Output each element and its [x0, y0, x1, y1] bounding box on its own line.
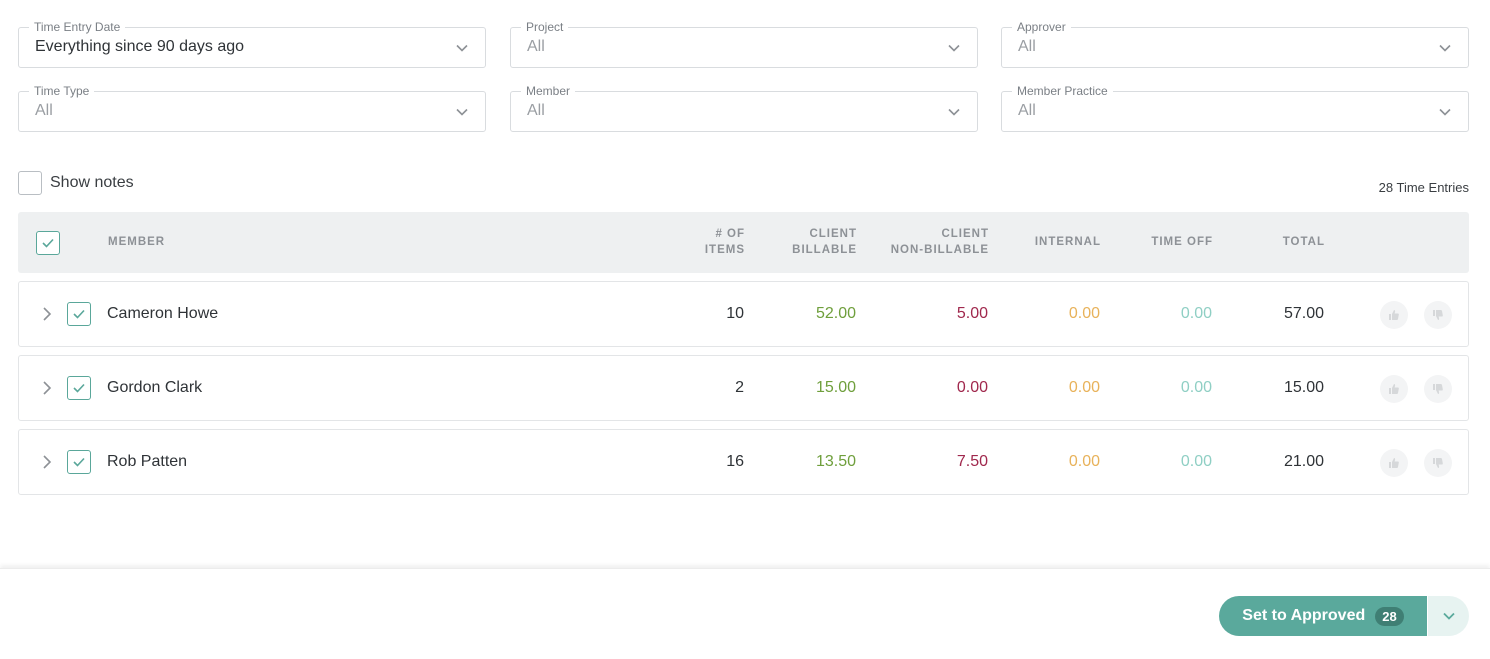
- reject-button[interactable]: [1424, 301, 1452, 329]
- time-entries-count: 28 Time Entries: [1378, 180, 1469, 195]
- column-header-time-off[interactable]: TIME OFF: [1151, 234, 1213, 250]
- check-icon: [73, 383, 85, 393]
- thumbs-up-icon: [1389, 384, 1399, 394]
- show-notes-checkbox[interactable]: [18, 171, 42, 195]
- reject-button[interactable]: [1424, 449, 1452, 477]
- column-header-line: NON-BILLABLE: [890, 244, 989, 256]
- column-header-line: CLIENT: [941, 228, 989, 240]
- table-header: MEMBER # OF ITEMS CLIENT BILLABLE CLIENT…: [18, 212, 1469, 273]
- approve-button[interactable]: [1380, 375, 1408, 403]
- show-notes-label: Show notes: [50, 174, 134, 191]
- member-name: Cameron Howe: [107, 305, 219, 322]
- filter-value: All: [1018, 102, 1036, 119]
- column-header-client-billable[interactable]: CLIENT BILLABLE: [792, 226, 857, 258]
- chevron-down-icon: [456, 44, 468, 52]
- row-checkbox[interactable]: [67, 376, 91, 400]
- time-off-value: 0.00: [1180, 305, 1212, 322]
- row-checkbox[interactable]: [67, 450, 91, 474]
- column-header-line: # OF: [715, 228, 745, 240]
- approve-button[interactable]: [1380, 301, 1408, 329]
- internal-value: 0.00: [1068, 453, 1100, 470]
- column-header-client-non-billable[interactable]: CLIENT NON-BILLABLE: [891, 226, 989, 258]
- set-to-approved-button[interactable]: Set to Approved 28: [1219, 596, 1427, 636]
- chevron-right-icon[interactable]: [40, 306, 54, 322]
- select-all-checkbox[interactable]: [36, 231, 60, 255]
- internal-value: 0.00: [1068, 305, 1100, 322]
- column-header-total[interactable]: TOTAL: [1283, 234, 1325, 250]
- items-count: 2: [735, 379, 744, 396]
- chevron-down-icon: [1442, 612, 1455, 620]
- approver-filter[interactable]: Approver All: [1001, 20, 1469, 68]
- filter-label: Project: [521, 20, 569, 34]
- column-header-internal[interactable]: INTERNAL: [1035, 234, 1101, 250]
- member-name: Gordon Clark: [107, 379, 203, 396]
- filter-label: Time Entry Date: [29, 20, 126, 34]
- chevron-right-icon[interactable]: [40, 380, 54, 396]
- filter-label: Member Practice: [1012, 84, 1113, 98]
- chevron-right-icon[interactable]: [40, 454, 54, 470]
- row-checkbox[interactable]: [67, 302, 91, 326]
- set-to-approved-label: Set to Approved: [1242, 607, 1366, 624]
- action-footer: Set to Approved 28: [0, 568, 1490, 659]
- time-off-value: 0.00: [1180, 379, 1212, 396]
- filter-value: All: [527, 102, 545, 119]
- table-row[interactable]: Gordon Clark 2 15.00 0.00 0.00 0.00 15.0…: [18, 355, 1469, 421]
- column-header-line: ITEMS: [704, 244, 745, 256]
- check-icon: [42, 238, 54, 248]
- approve-button[interactable]: [1380, 449, 1408, 477]
- check-icon: [73, 457, 85, 467]
- thumbs-up-icon: [1389, 310, 1399, 320]
- column-header-member[interactable]: MEMBER: [108, 234, 165, 250]
- reject-button[interactable]: [1424, 375, 1452, 403]
- timesheet-approval-page: Time Entry Date Everything since 90 days…: [0, 0, 1490, 659]
- thumbs-down-icon: [1433, 458, 1443, 468]
- time-entry-date-filter[interactable]: Time Entry Date Everything since 90 days…: [18, 20, 486, 68]
- filter-label: Member: [521, 84, 576, 98]
- column-header-line: BILLABLE: [792, 244, 857, 256]
- client-non-billable-value: 5.00: [956, 305, 988, 322]
- client-non-billable-value: 7.50: [956, 453, 988, 470]
- approve-options-dropdown[interactable]: [1428, 596, 1469, 636]
- project-filter[interactable]: Project All: [510, 20, 978, 68]
- chevron-down-icon: [1439, 44, 1451, 52]
- filter-label: Time Type: [29, 84, 95, 98]
- client-billable-value: 15.00: [815, 379, 856, 396]
- table-row[interactable]: Cameron Howe 10 52.00 5.00 0.00 0.00 57.…: [18, 281, 1469, 347]
- thumbs-down-icon: [1433, 384, 1443, 394]
- total-value: 57.00: [1283, 305, 1324, 322]
- items-count: 16: [726, 453, 744, 470]
- thumbs-up-icon: [1389, 458, 1399, 468]
- column-header-items[interactable]: # OF ITEMS: [705, 226, 745, 258]
- filter-value: All: [527, 38, 545, 55]
- total-value: 15.00: [1283, 379, 1324, 396]
- member-filter[interactable]: Member All: [510, 84, 978, 132]
- client-billable-value: 13.50: [815, 453, 856, 470]
- chevron-down-icon: [1439, 108, 1451, 116]
- approve-count-badge: 28: [1375, 606, 1404, 626]
- show-notes-toggle[interactable]: Show notes: [18, 171, 134, 195]
- check-icon: [73, 309, 85, 319]
- items-count: 10: [726, 305, 744, 322]
- member-practice-filter[interactable]: Member Practice All: [1001, 84, 1469, 132]
- table-row[interactable]: Rob Patten 16 13.50 7.50 0.00 0.00 21.00: [18, 429, 1469, 495]
- filter-value: All: [35, 102, 53, 119]
- chevron-down-icon: [456, 108, 468, 116]
- internal-value: 0.00: [1068, 379, 1100, 396]
- thumbs-down-icon: [1433, 310, 1443, 320]
- total-value: 21.00: [1283, 453, 1324, 470]
- chevron-down-icon: [948, 44, 960, 52]
- client-non-billable-value: 0.00: [956, 379, 988, 396]
- filter-value: Everything since 90 days ago: [35, 38, 245, 55]
- time-type-filter[interactable]: Time Type All: [18, 84, 486, 132]
- time-off-value: 0.00: [1180, 453, 1212, 470]
- column-header-line: CLIENT: [809, 228, 857, 240]
- member-name: Rob Patten: [107, 453, 188, 470]
- filter-label: Approver: [1012, 20, 1071, 34]
- client-billable-value: 52.00: [815, 305, 856, 322]
- chevron-down-icon: [948, 108, 960, 116]
- filter-value: All: [1018, 38, 1036, 55]
